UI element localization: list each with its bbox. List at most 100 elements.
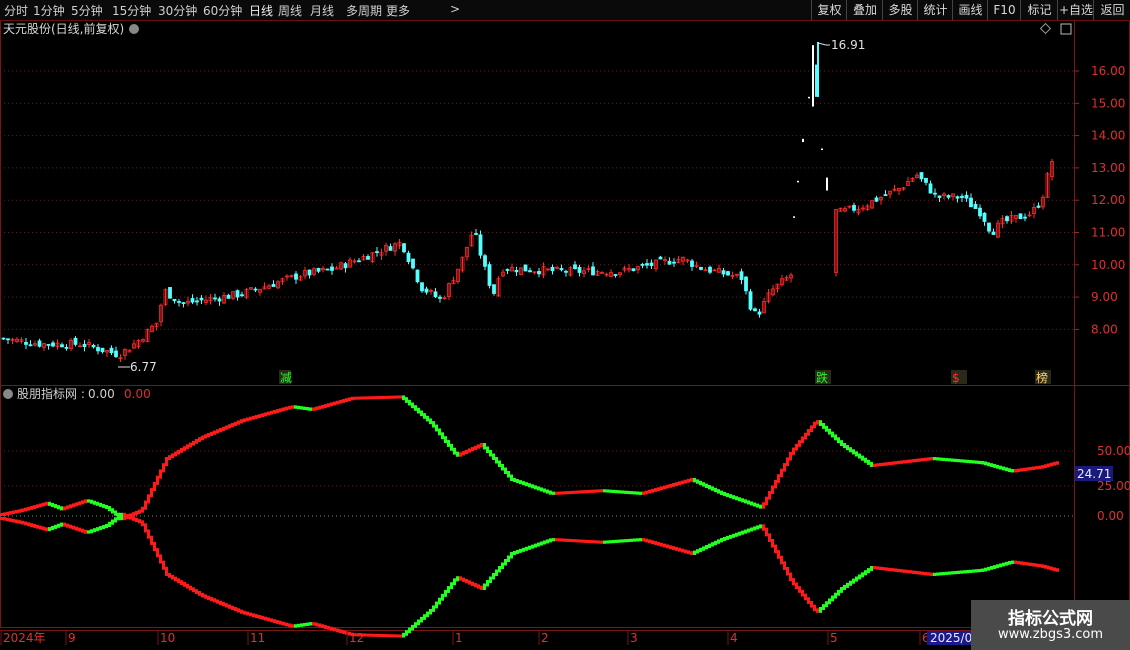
period-tab-1[interactable]: 1分钟 — [33, 2, 65, 19]
toolbar-button-8[interactable]: 返回 — [1093, 0, 1130, 20]
indicator-dropdown-icon[interactable] — [3, 389, 13, 399]
period-tab-4[interactable]: 30分钟 — [158, 2, 197, 19]
osc-segment-upper — [840, 440, 843, 446]
osc-segment-lower — [843, 584, 846, 590]
period-tab-8[interactable]: 月线 — [310, 2, 334, 19]
osc-segment-upper — [699, 480, 702, 486]
candle-body — [172, 298, 177, 302]
osc-segment-upper — [591, 489, 594, 493]
osc-segment-upper — [660, 486, 663, 491]
osc-segment-upper — [585, 490, 588, 494]
toolbar-button-3[interactable]: 统计 — [917, 0, 953, 20]
osc-segment-lower — [960, 570, 963, 574]
osc-segment-upper — [900, 460, 903, 464]
high-price-label: 16.91 — [831, 38, 865, 52]
osc-segment-upper — [387, 395, 390, 399]
period-tab-3[interactable]: 15分钟 — [112, 2, 151, 19]
candle — [1041, 194, 1045, 210]
osc-segment-lower — [387, 634, 390, 638]
osc-segment-upper — [507, 471, 510, 478]
osc-segment-lower — [441, 593, 444, 601]
osc-segment-upper — [909, 459, 912, 463]
candle — [199, 295, 204, 304]
osc-segment-lower — [795, 582, 798, 590]
osc-segment-upper — [624, 490, 627, 494]
toolbar-button-6[interactable]: 标记 — [1020, 0, 1058, 20]
osc-segment-upper — [1035, 466, 1038, 470]
osc-segment-upper — [297, 405, 300, 410]
candle — [483, 253, 487, 271]
period-tab-10[interactable]: 更多 — [386, 2, 410, 19]
osc-segment-lower — [186, 583, 189, 589]
osc-segment-upper — [852, 449, 855, 455]
spike-candle — [797, 180, 799, 183]
osc-segment-upper — [627, 490, 630, 495]
candle — [285, 274, 289, 281]
period-tab-5[interactable]: 60分钟 — [203, 2, 242, 19]
toolbar-button-7[interactable]: +自选 — [1057, 0, 1094, 20]
candle — [321, 265, 325, 273]
osc-segment-upper — [384, 395, 387, 399]
toolbar-button-5[interactable]: F10 — [987, 0, 1021, 20]
title-dropdown-icon[interactable] — [129, 24, 139, 34]
osc-segment-upper — [399, 395, 402, 399]
osc-segment-lower — [411, 624, 414, 631]
osc-segment-upper — [990, 463, 993, 467]
osc-segment-upper — [558, 491, 561, 495]
candle — [667, 257, 672, 265]
osc-segment-upper — [885, 462, 888, 466]
osc-segment-upper — [636, 491, 639, 495]
osc-segment-upper — [612, 489, 615, 494]
toolbar-button-4[interactable]: 画线 — [952, 0, 988, 20]
osc-segment-upper — [183, 446, 186, 451]
osc-segment-upper — [225, 425, 228, 430]
osc-segment-upper — [918, 458, 921, 462]
osc-segment-upper — [768, 491, 771, 500]
osc-segment-lower — [132, 516, 135, 521]
candle-body — [658, 256, 663, 260]
candle — [865, 204, 870, 211]
osc-segment-upper — [114, 510, 117, 516]
candle — [649, 259, 654, 270]
osc-segment-upper — [666, 484, 669, 489]
osc-segment-upper — [747, 500, 750, 505]
osc-segment-upper — [933, 457, 936, 461]
osc-segment-upper — [609, 489, 612, 493]
toolbar-button-0[interactable]: 复权 — [811, 0, 847, 20]
osc-segment-upper — [483, 443, 486, 450]
osc-segment-upper — [510, 474, 513, 481]
osc-segment-lower — [531, 544, 534, 549]
candle-body — [874, 197, 879, 202]
candle-body — [649, 262, 654, 267]
osc-segment-upper — [192, 440, 195, 446]
candle-body — [739, 271, 744, 280]
period-tab-9[interactable]: 多周期 — [346, 2, 382, 19]
osc-segment-lower — [813, 604, 816, 612]
osc-segment-lower — [816, 608, 819, 613]
osc-segment-upper — [276, 409, 279, 413]
osc-segment-lower — [492, 573, 495, 580]
period-tab-6[interactable]: 日线 — [249, 2, 273, 19]
osc-segment-upper — [879, 462, 882, 467]
period-tab-7[interactable]: 周线 — [278, 2, 302, 19]
candle — [96, 344, 100, 355]
candle-body — [505, 269, 510, 271]
period-tab-2[interactable]: 5分钟 — [71, 2, 103, 19]
period-tab-0[interactable]: 分时 — [4, 2, 28, 19]
candle-body — [199, 297, 204, 301]
osc-segment-upper — [375, 396, 378, 400]
toolbar-button-1[interactable]: 叠加 — [846, 0, 883, 20]
osc-segment-lower — [114, 517, 117, 523]
osc-segment-lower — [570, 538, 573, 543]
osc-segment-lower — [714, 540, 717, 546]
osc-segment-lower — [810, 600, 813, 608]
candle-body — [973, 203, 978, 210]
candle — [316, 267, 321, 274]
osc-segment-lower — [498, 566, 501, 573]
more-arrow-icon[interactable]: > — [450, 2, 460, 16]
osc-segment-upper — [285, 406, 288, 411]
osc-segment-upper — [876, 463, 879, 467]
osc-segment-upper — [330, 402, 333, 407]
osc-segment-upper — [234, 421, 237, 426]
toolbar-button-2[interactable]: 多股 — [882, 0, 918, 20]
